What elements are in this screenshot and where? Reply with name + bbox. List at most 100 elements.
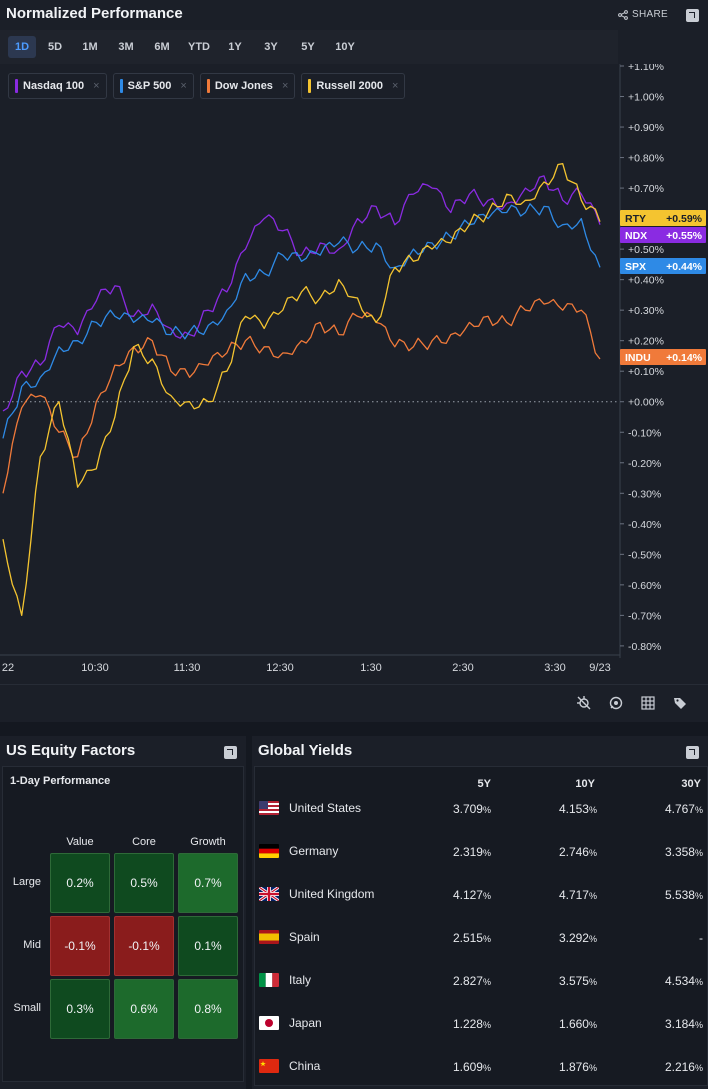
y-tick-label: -0.30% <box>628 488 661 500</box>
performance-title: Normalized Performance <box>6 5 183 22</box>
legend-swatch <box>15 79 18 93</box>
y-tick-label: +0.00% <box>628 397 664 409</box>
country-name: Japan <box>289 1016 322 1030</box>
country-name: United Kingdom <box>289 887 375 901</box>
yield-value: 1.228 <box>452 1017 483 1031</box>
yield-unit: % <box>694 1063 703 1073</box>
expand-icon[interactable] <box>686 9 699 22</box>
yield-unit: % <box>588 977 597 987</box>
yield-y5: 2.827% <box>453 974 491 988</box>
range-button-ytd[interactable]: YTD <box>182 36 216 58</box>
range-button-5y[interactable]: 5Y <box>292 36 324 58</box>
factor-cell[interactable]: 0.3% <box>50 979 110 1039</box>
yield-y30: 5.538% <box>665 888 703 902</box>
yield-value: 4.717 <box>558 888 589 902</box>
factor-column-value: Value <box>66 836 94 848</box>
close-icon[interactable]: × <box>93 80 99 92</box>
range-button-5d[interactable]: 5D <box>40 36 70 58</box>
yield-row[interactable]: United Kingdom 4.127% 4.717% 5.538% <box>255 880 707 923</box>
expand-icon[interactable] <box>224 746 237 759</box>
factor-cell[interactable]: 0.6% <box>114 979 174 1039</box>
grid-icon[interactable] <box>640 695 656 711</box>
yield-row[interactable]: Germany 2.319% 2.746% 3.358% <box>255 837 707 880</box>
legend-item[interactable]: Nasdaq 100 × <box>8 73 107 99</box>
close-icon[interactable]: × <box>180 80 186 92</box>
yield-y10: 1.660% <box>559 1017 597 1031</box>
y-tick-label: -0.70% <box>628 610 661 622</box>
legend-label: Dow Jones <box>214 80 273 92</box>
yield-y10: 4.717% <box>559 888 597 902</box>
yield-unit: % <box>588 805 597 815</box>
range-button-6m[interactable]: 6M <box>146 36 178 58</box>
reset-zoom-icon[interactable] <box>608 695 624 711</box>
tags-icon[interactable] <box>672 695 688 711</box>
yield-row[interactable]: United States 3.709% 4.153% 4.767% <box>255 794 707 837</box>
y-tick-label: +1.00% <box>628 92 664 104</box>
yield-unit: % <box>482 1020 491 1030</box>
legend-swatch <box>206 79 210 93</box>
end-tag-value: +0.55% <box>666 230 703 242</box>
yield-row[interactable]: China 1.609% 1.876% 2.216% <box>255 1052 707 1089</box>
yield-value: 4.153 <box>558 802 589 816</box>
factor-cell[interactable]: 0.1% <box>178 916 238 976</box>
range-selector: 1D 5D 1M 3M 6M YTD 1Y 3Y 5Y 10Y <box>0 30 618 64</box>
close-icon[interactable]: × <box>282 80 288 92</box>
range-button-3y[interactable]: 3Y <box>254 36 288 58</box>
factor-cell[interactable]: 0.8% <box>178 979 238 1039</box>
yield-y30: 3.358% <box>665 845 703 859</box>
legend-item[interactable]: Dow Jones × <box>199 73 296 99</box>
country-name: China <box>289 1059 321 1073</box>
x-tick-label: 10:30 <box>81 662 109 674</box>
range-button-3m[interactable]: 3M <box>110 36 142 58</box>
factor-cell[interactable]: 0.2% <box>50 853 110 913</box>
legend-label: S&P 500 <box>127 80 172 92</box>
factor-cell[interactable]: -0.1% <box>114 916 174 976</box>
expand-icon[interactable] <box>686 746 699 759</box>
end-tag-symbol: RTY <box>625 213 646 225</box>
yield-value: 2.515 <box>452 931 483 945</box>
yield-unit: % <box>482 977 491 987</box>
y-tick-label: -0.40% <box>628 519 661 531</box>
share-icon <box>618 9 628 20</box>
country-name: Germany <box>289 844 339 858</box>
legend-swatch <box>308 79 312 93</box>
factor-cell[interactable]: 0.7% <box>178 853 238 913</box>
yield-y5: 1.609% <box>453 1060 491 1074</box>
range-button-1m[interactable]: 1M <box>74 36 106 58</box>
yield-value: - <box>699 931 703 945</box>
legend-item[interactable]: S&P 500 × <box>112 73 194 99</box>
performance-header: Normalized Performance SHARE <box>0 0 708 30</box>
legend-item[interactable]: Russell 2000 × <box>301 73 406 99</box>
y-tick-label: -0.60% <box>628 580 661 592</box>
yield-value: 3.358 <box>664 845 695 859</box>
y-tick-label: -0.80% <box>628 641 661 653</box>
it-flag-icon <box>259 973 279 987</box>
header-10y: 10Y <box>575 778 595 790</box>
hide-crosshair-icon[interactable] <box>576 695 592 711</box>
yield-value: 2.319 <box>452 845 483 859</box>
yield-y5: 2.319% <box>453 845 491 859</box>
y-tick-label: +0.50% <box>628 244 664 256</box>
yield-y5: 1.228% <box>453 1017 491 1031</box>
yield-value: 1.876 <box>558 1060 589 1074</box>
yield-row[interactable]: Spain 2.515% 3.292% - <box>255 923 707 966</box>
yields-table: 5Y 10Y 30Y United States 3.709% 4.153% 4.76… <box>254 766 708 1086</box>
range-button-1y[interactable]: 1Y <box>220 36 250 58</box>
yield-y10: 4.153% <box>559 802 597 816</box>
range-button-10y[interactable]: 10Y <box>328 36 362 58</box>
factor-cell[interactable]: -0.1% <box>50 916 110 976</box>
country-name: United States <box>289 801 362 815</box>
share-button[interactable]: SHARE <box>618 9 668 20</box>
yield-row[interactable]: Italy 2.827% 3.575% 4.534% <box>255 966 707 1009</box>
y-tick-label: +0.40% <box>628 275 664 287</box>
x-tick-label: 2:30 <box>452 662 473 674</box>
yield-unit: % <box>694 891 703 901</box>
yield-y10: 2.746% <box>559 845 597 859</box>
close-icon[interactable]: × <box>392 80 398 92</box>
factor-cell[interactable]: 0.5% <box>114 853 174 913</box>
range-button-1d[interactable]: 1D <box>8 36 36 58</box>
yield-value: 5.538 <box>664 888 695 902</box>
y-tick-label: +0.10% <box>628 366 664 378</box>
yield-row[interactable]: Japan 1.228% 1.660% 3.184% <box>255 1009 707 1052</box>
yield-y30: 2.216% <box>665 1060 703 1074</box>
